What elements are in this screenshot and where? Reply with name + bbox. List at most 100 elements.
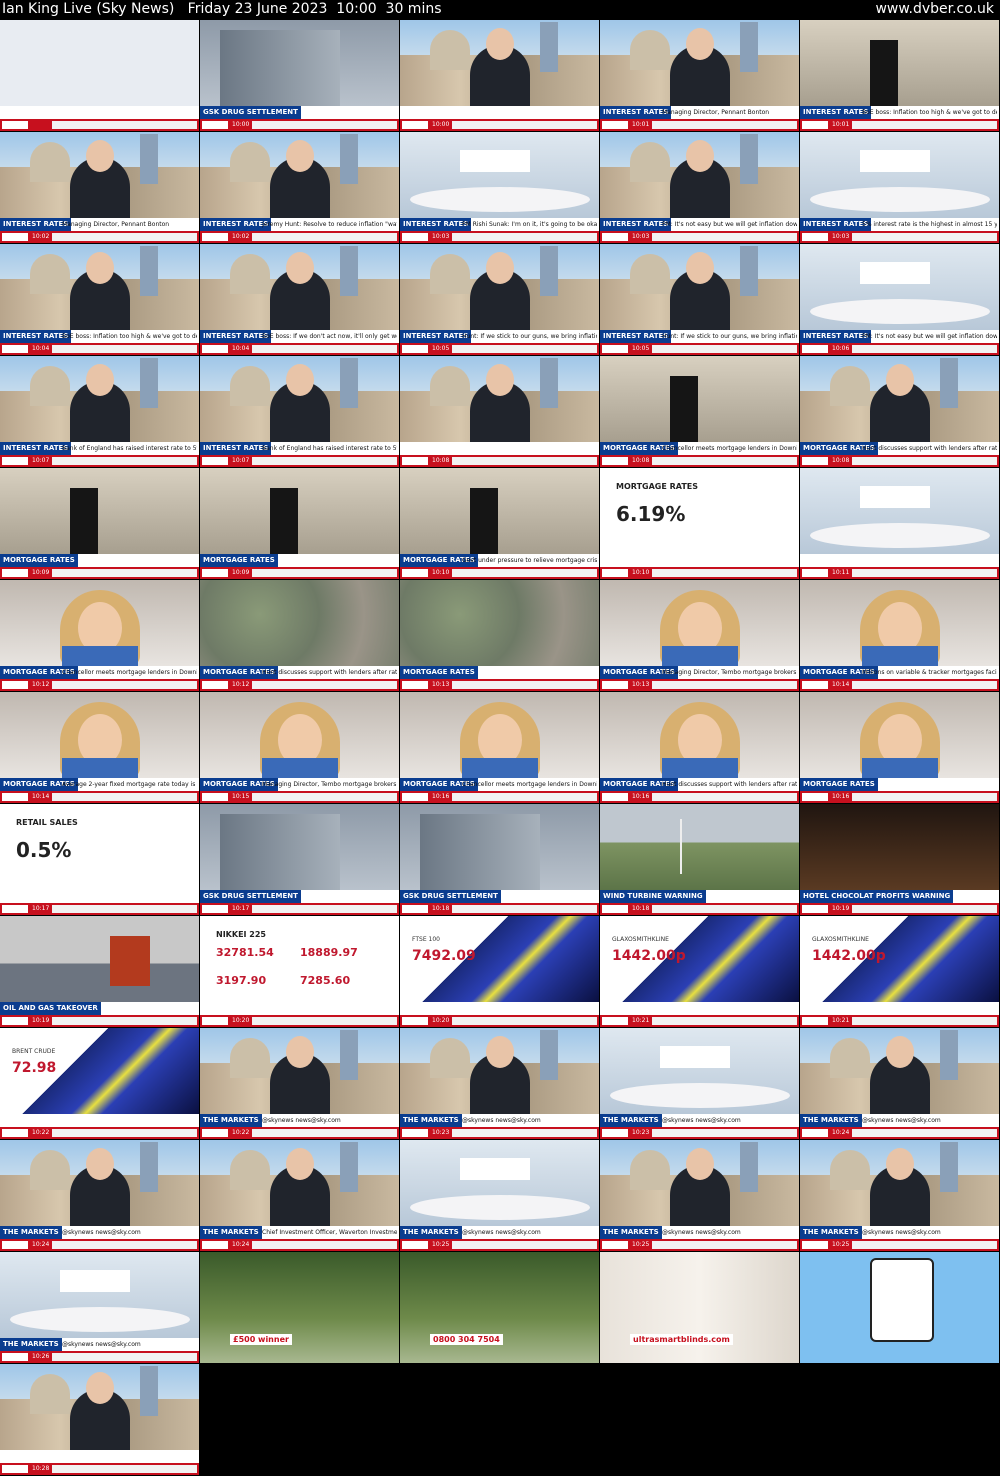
thumbnail[interactable]: MORTGAGE RATES Hunt discusses support wit… bbox=[600, 692, 799, 803]
ticker-band bbox=[652, 905, 797, 913]
skyscraper bbox=[540, 1030, 558, 1080]
cathedral-dome bbox=[230, 142, 270, 182]
lower-third-headline: Managing Director, Pennant Bonton bbox=[62, 221, 170, 228]
thumbnail[interactable]: INTEREST RATES Hunt: If we stick to our g… bbox=[600, 244, 799, 355]
thumbnail[interactable]: GSK DRUG SETTLEMENT 10:17 bbox=[200, 804, 399, 915]
news-ticker: 10:10 bbox=[600, 567, 799, 579]
thumbnail[interactable]: THE MARKETS @skynews news@sky.com 10:25 bbox=[600, 1140, 799, 1251]
lower-third: MORTGAGE RATES bbox=[0, 554, 199, 567]
thumbnail[interactable]: MORTGAGE RATES 10:09 bbox=[0, 468, 199, 579]
frame-scene bbox=[0, 580, 199, 666]
advert-text: ultrasmartblinds.com bbox=[630, 1334, 733, 1345]
thumbnail[interactable] bbox=[800, 1252, 999, 1363]
thumbnail[interactable]: THE MARKETS Chief Investment Officer, Wav… bbox=[200, 1140, 399, 1251]
thumbnail[interactable] bbox=[0, 20, 199, 131]
thumbnail[interactable]: 10:00 bbox=[400, 20, 599, 131]
thumbnail[interactable]: NIKKEI 225 32781.54 18889.97 3197.90 7285.60… bbox=[200, 916, 399, 1027]
thumbnail[interactable]: MORTGAGE RATES Chancellor meets mortgage … bbox=[400, 692, 599, 803]
frame-scene bbox=[200, 1140, 399, 1227]
thumbnail[interactable]: MORTGAGE RATES Govt under pressure to rel… bbox=[400, 468, 599, 579]
sky-news-logo bbox=[202, 569, 228, 577]
thumbnail[interactable]: THE MARKETS @skynews news@sky.com 10:24 bbox=[800, 1028, 999, 1139]
thumbnail[interactable]: WIND TURBINE WARNING 10:18 bbox=[600, 804, 799, 915]
thumbnail[interactable]: OIL AND GAS TAKEOVER 10:19 bbox=[0, 916, 199, 1027]
thumbnail[interactable]: MORTGAGE RATES Chancellor meets mortgage … bbox=[0, 580, 199, 691]
news-ticker: 10:19 bbox=[800, 903, 999, 915]
thumbnail[interactable]: INTEREST RATES Hunt: If we stick to our g… bbox=[400, 244, 599, 355]
thumbnail[interactable]: MORTGAGE RATES 10:16 bbox=[800, 692, 999, 803]
frame-scene bbox=[400, 1252, 599, 1363]
thumbnail[interactable]: INTEREST RATES 5% interest rate is the hi… bbox=[800, 132, 999, 243]
thumbnail[interactable]: 0800 304 7504 bbox=[400, 1252, 599, 1363]
thumbnail[interactable]: MORTGAGE RATES Chancellor meets mortgage … bbox=[600, 356, 799, 467]
thumbnail[interactable]: MORTGAGE RATES 6.19% 10:10 bbox=[600, 468, 799, 579]
sky-news-logo bbox=[402, 1017, 428, 1025]
thumbnail[interactable]: FTSE 100 7492.09 10:20 bbox=[400, 916, 599, 1027]
thumbnail[interactable]: THE MARKETS @skynews news@sky.com 10:23 bbox=[600, 1028, 799, 1139]
presenter-head bbox=[286, 140, 314, 172]
frame-scene bbox=[400, 692, 599, 778]
thumbnail[interactable]: INTEREST RATES PM: It's not easy but we w… bbox=[600, 132, 799, 243]
timestamp: 10:00 bbox=[432, 121, 450, 128]
thumbnail[interactable]: INTEREST RATES BoE boss: If we don't act … bbox=[200, 244, 399, 355]
lower-third: THE MARKETS @skynews news@sky.com bbox=[600, 1114, 799, 1127]
thumbnail[interactable]: THE MARKETS @skynews news@sky.com 10:23 bbox=[400, 1028, 599, 1139]
thumbnail[interactable]: INTEREST RATES Bank of England has raised… bbox=[200, 356, 399, 467]
thumbnail[interactable]: INTEREST RATES Jeremy Hunt: Resolve to re… bbox=[200, 132, 399, 243]
thumbnail[interactable]: 10:11 bbox=[800, 468, 999, 579]
site-link[interactable]: www.dvber.co.uk bbox=[875, 1, 994, 17]
news-ticker: 10:14 bbox=[0, 791, 199, 803]
lower-third-tag: THE MARKETS bbox=[200, 1114, 262, 1127]
thumbnail[interactable]: INTEREST RATES Bank of England has raised… bbox=[0, 356, 199, 467]
thumbnail[interactable]: INTEREST RATES Managing Director, Pennant… bbox=[600, 20, 799, 131]
skyscraper bbox=[540, 22, 558, 72]
thumbnail[interactable]: MORTGAGE RATES Managing Director, Tembo m… bbox=[600, 580, 799, 691]
frame-scene bbox=[800, 1028, 999, 1115]
ticker-band bbox=[52, 1465, 197, 1473]
thumbnail[interactable]: MORTGAGE RATES Hunt discusses support wit… bbox=[800, 356, 999, 467]
thumbnail[interactable]: MORTGAGE RATES 10:13 bbox=[400, 580, 599, 691]
thumbnail[interactable]: THE MARKETS @skynews news@sky.com 10:22 bbox=[200, 1028, 399, 1139]
thumbnail[interactable]: 10:28 bbox=[0, 1364, 199, 1475]
sky-news-logo bbox=[2, 1129, 28, 1137]
thumbnail[interactable]: HOTEL CHOCOLAT PROFITS WARNING 10:19 bbox=[800, 804, 999, 915]
thumbnail[interactable]: ultrasmartblinds.com bbox=[600, 1252, 799, 1363]
graphic-caption: NIKKEI 225 bbox=[216, 930, 266, 939]
thumbnail[interactable]: 10:08 bbox=[400, 356, 599, 467]
thumbnail[interactable]: THE MARKETS @skynews news@sky.com 10:24 bbox=[0, 1140, 199, 1251]
timestamp: 10:14 bbox=[832, 681, 850, 688]
thumbnail[interactable]: RETAIL SALES 0.5% 10:17 bbox=[0, 804, 199, 915]
thumbnail[interactable]: MORTGAGE RATES Hunt discusses support wit… bbox=[200, 580, 399, 691]
thumbnail[interactable]: THE MARKETS @skynews news@sky.com 10:26 bbox=[0, 1252, 199, 1363]
thumbnail[interactable]: MORTGAGE RATES Average 2-year fixed mortg… bbox=[0, 692, 199, 803]
thumbnail[interactable]: INTEREST RATES BoE boss: Inflation too hi… bbox=[800, 20, 999, 131]
frame-scene: GLAXOSMITHKLINE 1442.00p bbox=[800, 916, 999, 1002]
thumbnail[interactable]: MORTGAGE RATES Millions on variable & tra… bbox=[800, 580, 999, 691]
frame-scene bbox=[400, 804, 599, 890]
thumbnail[interactable]: BRENT CRUDE 72.98 10:22 bbox=[0, 1028, 199, 1139]
thumbnail[interactable]: INTEREST RATES BoE boss: Inflation too hi… bbox=[0, 244, 199, 355]
lower-third-tag: INTEREST RATES bbox=[400, 330, 472, 343]
lower-third-headline: @skynews news@sky.com bbox=[462, 1229, 541, 1236]
timestamp: 10:22 bbox=[232, 1129, 250, 1136]
thumbnail[interactable]: INTEREST RATES PM Rishi Sunak: I'm on it,… bbox=[400, 132, 599, 243]
ticker-band bbox=[652, 121, 797, 129]
thumbnail[interactable]: MORTGAGE RATES 10:09 bbox=[200, 468, 399, 579]
thumbnail[interactable]: INTEREST RATES PM: It's not easy but we w… bbox=[800, 244, 999, 355]
presenter-head bbox=[86, 1148, 114, 1180]
lower-third-tag: INTEREST RATES bbox=[0, 218, 72, 231]
thumbnail[interactable]: THE MARKETS @skynews news@sky.com 10:25 bbox=[400, 1140, 599, 1251]
thumbnail[interactable]: GLAXOSMITHKLINE 1442.00p 10:21 bbox=[800, 916, 999, 1027]
thumbnail[interactable]: INTEREST RATES Managing Director, Pennant… bbox=[0, 132, 199, 243]
thumbnail[interactable]: THE MARKETS @skynews news@sky.com 10:25 bbox=[800, 1140, 999, 1251]
thumbnail[interactable]: GSK DRUG SETTLEMENT 10:18 bbox=[400, 804, 599, 915]
thumbnail[interactable]: MORTGAGE RATES Managing Director, Tembo m… bbox=[200, 692, 399, 803]
thumbnail[interactable]: GLAXOSMITHKLINE 1442.00p 10:21 bbox=[600, 916, 799, 1027]
thumbnail[interactable]: £500 winner bbox=[200, 1252, 399, 1363]
thumbnail[interactable]: GSK DRUG SETTLEMENT 10:00 bbox=[200, 20, 399, 131]
lower-third: MORTGAGE RATES Millions on variable & tra… bbox=[800, 666, 999, 679]
studio-desk bbox=[810, 187, 990, 212]
news-ticker: 10:16 bbox=[400, 791, 599, 803]
sky-news-logo bbox=[2, 345, 28, 353]
show-logo bbox=[860, 262, 930, 284]
